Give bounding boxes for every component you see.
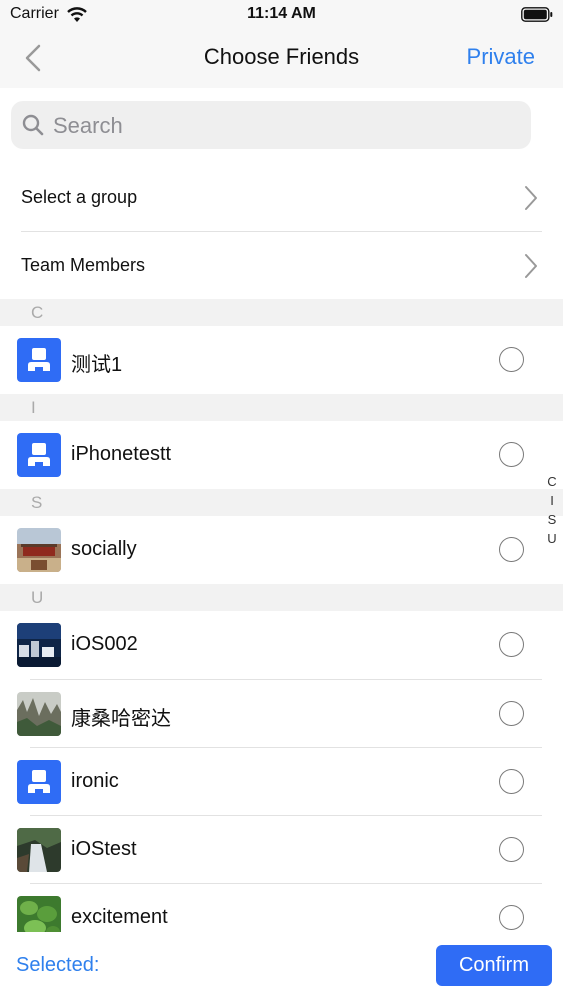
contact-row[interactable]: iOS002 [0, 611, 545, 679]
section-letter: I [31, 398, 36, 417]
section-letter: C [31, 303, 44, 322]
section-letter: U [31, 588, 44, 607]
section-letter: S [31, 493, 43, 512]
section-header-u: U [0, 584, 563, 611]
section-index-bar[interactable]: C I S U [540, 472, 563, 548]
contact-row[interactable]: ironic [0, 748, 545, 816]
night-city-photo-avatar [17, 623, 61, 667]
default-user-icon [17, 760, 61, 804]
select-radio[interactable] [499, 905, 524, 930]
search-area [0, 88, 563, 164]
contact-row[interactable]: 康桑哈密达 [0, 680, 545, 748]
index-letter-i[interactable]: I [540, 491, 563, 510]
default-user-icon [17, 338, 61, 382]
section-header-c: C [0, 299, 563, 326]
search-icon [22, 114, 44, 136]
contact-row[interactable]: iOStest [0, 816, 545, 884]
contact-name: 测试1 [71, 354, 123, 376]
select-radio[interactable] [499, 537, 524, 562]
default-user-icon [17, 433, 61, 477]
select-group-label: Select a group [21, 187, 138, 207]
confirm-button[interactable]: Confirm [436, 945, 552, 986]
index-letter-u[interactable]: U [540, 529, 563, 548]
contact-name: iPhonetestt [71, 443, 172, 465]
battery-icon [521, 7, 553, 22]
search-input[interactable] [51, 109, 515, 143]
select-group-row[interactable]: Select a group [0, 164, 563, 232]
contact-name: excitement [71, 906, 168, 928]
select-radio[interactable] [499, 837, 524, 862]
section-header-i: I [0, 394, 563, 421]
index-letter-s[interactable]: S [540, 510, 563, 529]
private-button[interactable]: Private [467, 44, 535, 70]
index-letter-c[interactable]: C [540, 472, 563, 491]
mountain-photo-avatar [17, 692, 61, 736]
team-members-row[interactable]: Team Members [0, 232, 563, 300]
contact-name: socially [71, 538, 137, 560]
select-radio[interactable] [499, 701, 524, 726]
selection-footer: Selected: Confirm [0, 932, 563, 1000]
selected-label: Selected: [16, 954, 100, 976]
chevron-right-icon [525, 254, 537, 278]
search-box[interactable] [11, 101, 531, 149]
palace-photo-avatar [17, 528, 61, 572]
status-time: 11:14 AM [247, 5, 316, 22]
contact-row[interactable]: 测试1 [0, 326, 545, 394]
select-radio[interactable] [499, 442, 524, 467]
contact-row[interactable]: socially [0, 516, 545, 584]
section-header-s: S [0, 489, 563, 516]
team-members-label: Team Members [21, 255, 146, 275]
select-radio[interactable] [499, 347, 524, 372]
waterfall-photo-avatar [17, 828, 61, 872]
select-radio[interactable] [499, 632, 524, 657]
contact-row[interactable]: iPhonetestt [0, 421, 545, 489]
nav-bar: Choose Friends Private [0, 30, 563, 88]
contact-name: ironic [71, 770, 119, 792]
contact-name: iOStest [71, 838, 137, 860]
select-radio[interactable] [499, 769, 524, 794]
contact-name: 康桑哈密达 [71, 708, 171, 730]
contact-name: iOS002 [71, 633, 138, 655]
chevron-right-icon [525, 186, 537, 210]
status-bar: Carrier 11:14 AM [0, 0, 563, 30]
